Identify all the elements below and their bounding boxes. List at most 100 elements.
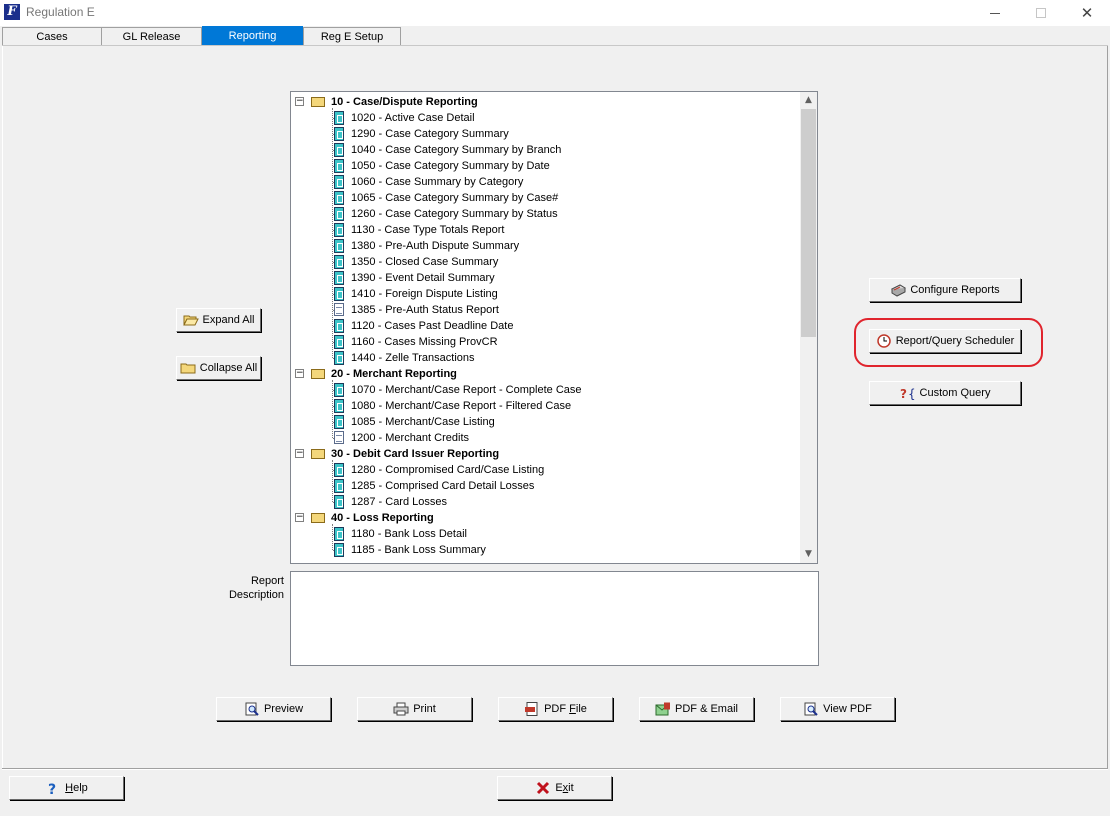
open-folder-icon bbox=[311, 369, 325, 379]
scroll-up-arrow-icon[interactable]: ▲ bbox=[800, 92, 817, 109]
report-icon bbox=[334, 495, 344, 509]
exit-button[interactable]: Exit bbox=[497, 776, 612, 800]
collapse-toggle-icon[interactable]: − bbox=[295, 513, 304, 522]
tree-report-item[interactable]: 1260 - Case Category Summary by Status bbox=[351, 206, 558, 222]
pdf-file-label: PDF File bbox=[544, 703, 587, 715]
close-button[interactable]: ✕ bbox=[1064, 0, 1110, 26]
tab-cases[interactable]: Cases bbox=[2, 27, 102, 46]
help-question-icon: ? bbox=[45, 781, 61, 798]
title-bar: F Regulation E ✕ bbox=[0, 0, 1110, 26]
folder-icon bbox=[180, 361, 196, 375]
report-icon bbox=[334, 223, 344, 237]
preview-button[interactable]: Preview bbox=[216, 697, 331, 721]
red-x-icon bbox=[535, 781, 551, 795]
tree-report-item[interactable]: 1410 - Foreign Dispute Listing bbox=[351, 286, 498, 302]
tree-report-item[interactable]: 1070 - Merchant/Case Report - Complete C… bbox=[351, 382, 582, 398]
tree-report-item[interactable]: 1085 - Merchant/Case Listing bbox=[351, 414, 495, 430]
print-button[interactable]: Print bbox=[357, 697, 472, 721]
collapse-toggle-icon[interactable]: − bbox=[295, 97, 304, 106]
pdf-icon bbox=[524, 702, 540, 716]
view-pdf-button[interactable]: View PDF bbox=[780, 697, 895, 721]
printer-icon bbox=[393, 702, 409, 716]
document-icon bbox=[334, 303, 344, 316]
help-button[interactable]: ? Help bbox=[9, 776, 124, 800]
tree-connector-line bbox=[332, 460, 333, 502]
magnifier-document-icon bbox=[244, 702, 260, 716]
report-icon bbox=[334, 191, 344, 205]
report-icon bbox=[334, 335, 344, 349]
tree-report-item[interactable]: 1440 - Zelle Transactions bbox=[351, 350, 475, 366]
report-icon bbox=[334, 479, 344, 493]
collapse-all-button[interactable]: Collapse All bbox=[176, 356, 261, 380]
report-icon bbox=[334, 319, 344, 333]
scroll-down-arrow-icon[interactable]: ▼ bbox=[800, 546, 817, 563]
tree-category[interactable]: 20 - Merchant Reporting bbox=[331, 366, 457, 382]
view-document-icon bbox=[803, 702, 819, 716]
tree-category[interactable]: 30 - Debit Card Issuer Reporting bbox=[331, 446, 499, 462]
tab-gl-release[interactable]: GL Release bbox=[101, 27, 202, 46]
open-folder-icon bbox=[311, 449, 325, 459]
tree-report-item[interactable]: 1285 - Comprised Card Detail Losses bbox=[351, 478, 534, 494]
minimize-button[interactable] bbox=[972, 0, 1018, 26]
svg-text:{: { bbox=[908, 387, 916, 400]
tree-report-item[interactable]: 1020 - Active Case Detail bbox=[351, 110, 475, 126]
tree-connector-line bbox=[332, 380, 333, 438]
open-folder-icon bbox=[182, 313, 199, 327]
collapse-toggle-icon[interactable]: − bbox=[295, 449, 304, 458]
report-icon bbox=[334, 399, 344, 413]
tree-report-item[interactable]: 1120 - Cases Past Deadline Date bbox=[351, 318, 513, 334]
tree-report-item[interactable]: 1065 - Case Category Summary by Case# bbox=[351, 190, 558, 206]
tree-report-item[interactable]: 1180 - Bank Loss Detail bbox=[351, 526, 467, 542]
svg-text:?: ? bbox=[900, 387, 907, 400]
tree-report-item[interactable]: 1290 - Case Category Summary bbox=[351, 126, 509, 142]
tree-report-item[interactable]: 1287 - Card Losses bbox=[351, 494, 447, 510]
pdf-email-icon bbox=[655, 702, 671, 716]
report-description-field[interactable] bbox=[290, 571, 819, 666]
tree-report-item[interactable]: 1060 - Case Summary by Category bbox=[351, 174, 523, 190]
collapse-toggle-icon[interactable]: − bbox=[295, 369, 304, 378]
tree-report-item[interactable]: 1185 - Bank Loss Summary bbox=[351, 542, 486, 558]
tree-report-item[interactable]: 1380 - Pre-Auth Dispute Summary bbox=[351, 238, 519, 254]
report-icon bbox=[334, 255, 344, 269]
svg-text:?: ? bbox=[48, 782, 56, 795]
scroll-thumb[interactable] bbox=[801, 109, 816, 337]
tree-scrollbar[interactable]: ▲ ▼ bbox=[800, 92, 817, 563]
tab-reg-e-setup[interactable]: Reg E Setup bbox=[303, 27, 401, 46]
tree-report-item[interactable]: 1130 - Case Type Totals Report bbox=[351, 222, 504, 238]
tree-report-item[interactable]: 1080 - Merchant/Case Report - Filtered C… bbox=[351, 398, 571, 414]
exit-label: Exit bbox=[555, 782, 574, 794]
report-icon bbox=[334, 543, 344, 557]
footer-separator bbox=[2, 768, 1108, 770]
report-icon bbox=[334, 383, 344, 397]
expand-all-button[interactable]: Expand All bbox=[176, 308, 261, 332]
document-icon bbox=[334, 431, 344, 444]
maximize-button[interactable] bbox=[1018, 0, 1064, 26]
custom-query-button[interactable]: ?{ Custom Query bbox=[869, 381, 1021, 405]
tree-category[interactable]: 40 - Loss Reporting bbox=[331, 510, 434, 526]
report-icon bbox=[334, 207, 344, 221]
configure-reports-label: Configure Reports bbox=[910, 284, 1000, 296]
window-title: Regulation E bbox=[26, 5, 95, 19]
pdf-email-button[interactable]: PDF & Email bbox=[639, 697, 754, 721]
tree-report-item[interactable]: 1050 - Case Category Summary by Date bbox=[351, 158, 550, 174]
report-icon bbox=[334, 463, 344, 477]
tree-report-item[interactable]: 1160 - Cases Missing ProvCR bbox=[351, 334, 498, 350]
tree-report-item[interactable]: 1200 - Merchant Credits bbox=[351, 430, 469, 446]
tree-report-item[interactable]: 1040 - Case Category Summary by Branch bbox=[351, 142, 561, 158]
report-icon bbox=[334, 527, 344, 541]
tree-connector-line bbox=[332, 524, 333, 550]
configure-reports-button[interactable]: Configure Reports bbox=[869, 278, 1021, 302]
report-query-scheduler-button[interactable]: Report/Query Scheduler bbox=[869, 329, 1021, 353]
help-label: Help bbox=[65, 782, 88, 794]
tree-report-item[interactable]: 1385 - Pre-Auth Status Report bbox=[351, 302, 499, 318]
tree-report-item[interactable]: 1350 - Closed Case Summary bbox=[351, 254, 498, 270]
custom-query-label: Custom Query bbox=[919, 387, 991, 399]
tree-report-item[interactable]: 1390 - Event Detail Summary bbox=[351, 270, 495, 286]
pdf-file-button[interactable]: PDF File bbox=[498, 697, 613, 721]
tree-category[interactable]: 10 - Case/Dispute Reporting bbox=[331, 94, 478, 110]
tab-reporting[interactable]: Reporting bbox=[202, 26, 303, 46]
open-folder-icon bbox=[311, 513, 325, 523]
report-icon bbox=[334, 415, 344, 429]
tree-report-item[interactable]: 1280 - Compromised Card/Case Listing bbox=[351, 462, 544, 478]
report-tree[interactable]: − 10 - Case/Dispute Reporting 1020 - Activ… bbox=[290, 91, 818, 564]
